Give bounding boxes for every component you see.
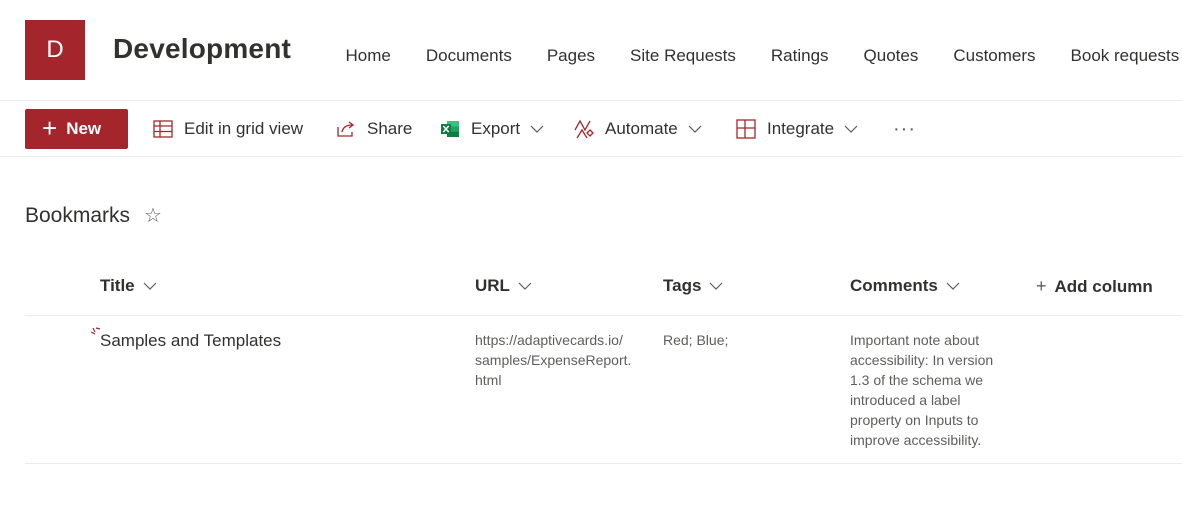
grid-icon xyxy=(152,118,174,140)
column-header-url[interactable]: URL xyxy=(475,276,532,296)
nav-item-site-requests[interactable]: Site Requests xyxy=(613,44,754,68)
nav-item-pages[interactable]: Pages xyxy=(529,44,612,68)
column-header-tags[interactable]: Tags xyxy=(663,276,723,296)
row-comments-line: introduced a label xyxy=(850,392,961,408)
row-comments-line: 1.3 of the schema we xyxy=(850,372,984,388)
top-navigation: Home Documents Pages Site Requests Ratin… xyxy=(328,44,1182,68)
nav-item-book-requests[interactable]: Book requests xyxy=(1053,44,1182,68)
row-title-link[interactable]: Samples and Templates xyxy=(100,331,281,351)
nav-item-quotes[interactable]: Quotes xyxy=(846,44,936,68)
excel-icon xyxy=(439,118,461,140)
site-logo[interactable]: D xyxy=(25,20,85,80)
chevron-down-icon xyxy=(518,281,532,291)
chevron-down-icon xyxy=(946,281,960,291)
chevron-down-icon xyxy=(530,124,544,134)
row-url-line: html xyxy=(475,372,502,388)
new-button-label: New xyxy=(66,119,102,138)
add-column-label: Add column xyxy=(1054,276,1153,296)
nav-item-home[interactable]: Home xyxy=(328,44,408,68)
automate-button[interactable]: Automate xyxy=(573,101,702,157)
column-header-url-label: URL xyxy=(475,276,510,295)
list-title: Bookmarks xyxy=(25,203,131,227)
site-title[interactable]: Development xyxy=(113,33,291,65)
list-title-row: Bookmarks ☆ xyxy=(25,203,162,228)
chevron-down-icon xyxy=(844,124,858,134)
row-comments-line: accessibility: In version xyxy=(850,352,994,368)
edit-in-grid-view-label: Edit in grid view xyxy=(184,119,304,138)
export-label: Export xyxy=(471,119,521,138)
row-comments-line: improve accessibility. xyxy=(850,432,982,448)
nav-item-customers[interactable]: Customers xyxy=(936,44,1053,68)
more-options-button[interactable]: ··· xyxy=(893,101,916,157)
column-header-title[interactable]: Title xyxy=(100,276,157,296)
star-icon[interactable]: ☆ xyxy=(144,203,162,228)
chevron-down-icon xyxy=(709,281,723,291)
add-column-button[interactable]: + Add column xyxy=(1036,276,1153,297)
row-comments-line: property on Inputs to xyxy=(850,412,979,428)
row-comments-line: Important note about xyxy=(850,332,980,348)
row-tags-cell: Red; Blue; xyxy=(663,332,729,348)
column-header-title-label: Title xyxy=(100,276,135,295)
command-bar: + New Edit in grid view Share Export Aut… xyxy=(0,101,1182,157)
row-url-line: samples/ExpenseReport. xyxy=(475,352,632,368)
automate-label: Automate xyxy=(605,119,678,138)
integrate-label: Integrate xyxy=(767,119,835,138)
header-divider xyxy=(25,315,1182,316)
column-header-comments-label: Comments xyxy=(850,276,938,295)
column-header-tags-label: Tags xyxy=(663,276,702,295)
share-icon xyxy=(335,118,357,140)
row-divider xyxy=(25,463,1182,464)
share-button[interactable]: Share xyxy=(335,101,412,157)
nav-item-ratings[interactable]: Ratings xyxy=(753,44,846,68)
site-header: D Development Home Documents Pages Site … xyxy=(0,0,1182,101)
chevron-down-icon xyxy=(688,124,702,134)
row-comments-cell: Important note about accessibility: In v… xyxy=(850,330,1010,450)
row-url-cell: https://adaptivecards.io/ samples/Expens… xyxy=(475,330,645,390)
nav-item-documents[interactable]: Documents xyxy=(408,44,529,68)
integrate-button[interactable]: Integrate xyxy=(735,101,858,157)
automate-icon xyxy=(573,118,595,140)
edit-in-grid-view-button[interactable]: Edit in grid view xyxy=(152,101,303,157)
share-label: Share xyxy=(367,119,413,138)
row-url-line: https://adaptivecards.io/ xyxy=(475,332,623,348)
column-header-comments[interactable]: Comments xyxy=(850,276,960,296)
plus-icon: + xyxy=(42,112,58,143)
plus-icon: + xyxy=(1036,276,1047,296)
export-button[interactable]: Export xyxy=(439,101,544,157)
chevron-down-icon xyxy=(143,281,157,291)
new-button[interactable]: + New xyxy=(25,109,128,149)
integrate-icon xyxy=(735,118,757,140)
